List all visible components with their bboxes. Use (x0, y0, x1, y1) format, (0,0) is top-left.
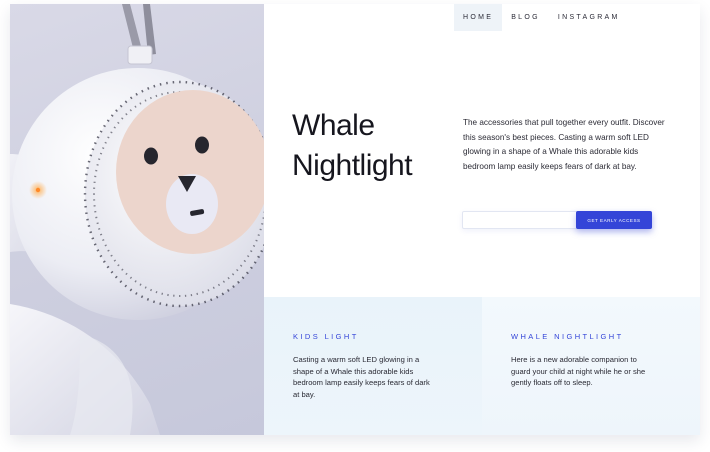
nav-blog-link[interactable]: BLOG (502, 4, 549, 31)
page-title: Whale Nightlight (292, 106, 452, 186)
feature-text: Here is a new adorable companion to guar… (511, 355, 646, 387)
feature-kids-light: KIDS LIGHT Casting a warm soft LED glowi… (264, 297, 482, 435)
page-title-line-1: Whale (292, 109, 375, 142)
get-early-access-button[interactable]: GET EARLY ACCESS (576, 211, 652, 229)
feature-text: Casting a warm soft LED glowing in a sha… (293, 355, 430, 399)
hero-description: The accessories that pull together every… (463, 118, 665, 171)
hero-image (10, 4, 264, 435)
nightlight-lamp-illustration (10, 4, 264, 435)
landing-card: HOME BLOG INSTAGRAM Whale Nightlight The… (10, 4, 700, 435)
feature-whale-nightlight: WHALE NIGHTLIGHT Here is a new adorable … (482, 297, 700, 435)
page-title-line-2: Nightlight (292, 149, 413, 182)
feature-title: WHALE NIGHTLIGHT (511, 332, 624, 341)
early-access-form: GET EARLY ACCESS (462, 211, 652, 229)
nav-home-link[interactable]: HOME (454, 4, 503, 31)
top-nav: HOME BLOG INSTAGRAM (454, 4, 629, 31)
feature-title: KIDS LIGHT (293, 332, 359, 341)
nav-instagram-link[interactable]: INSTAGRAM (549, 4, 629, 31)
